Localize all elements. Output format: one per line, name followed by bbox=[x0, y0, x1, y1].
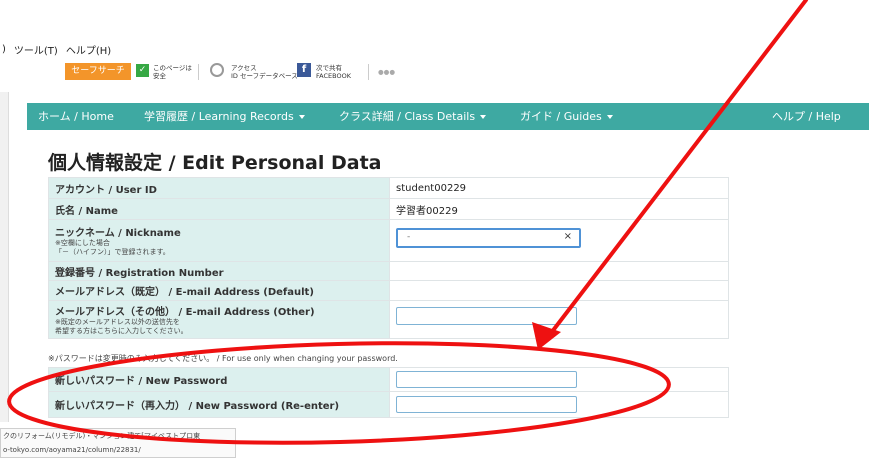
annotation-arrow bbox=[546, 0, 808, 339]
annotation-ellipse bbox=[7, 341, 671, 445]
annotation-overlay bbox=[7, 0, 808, 445]
